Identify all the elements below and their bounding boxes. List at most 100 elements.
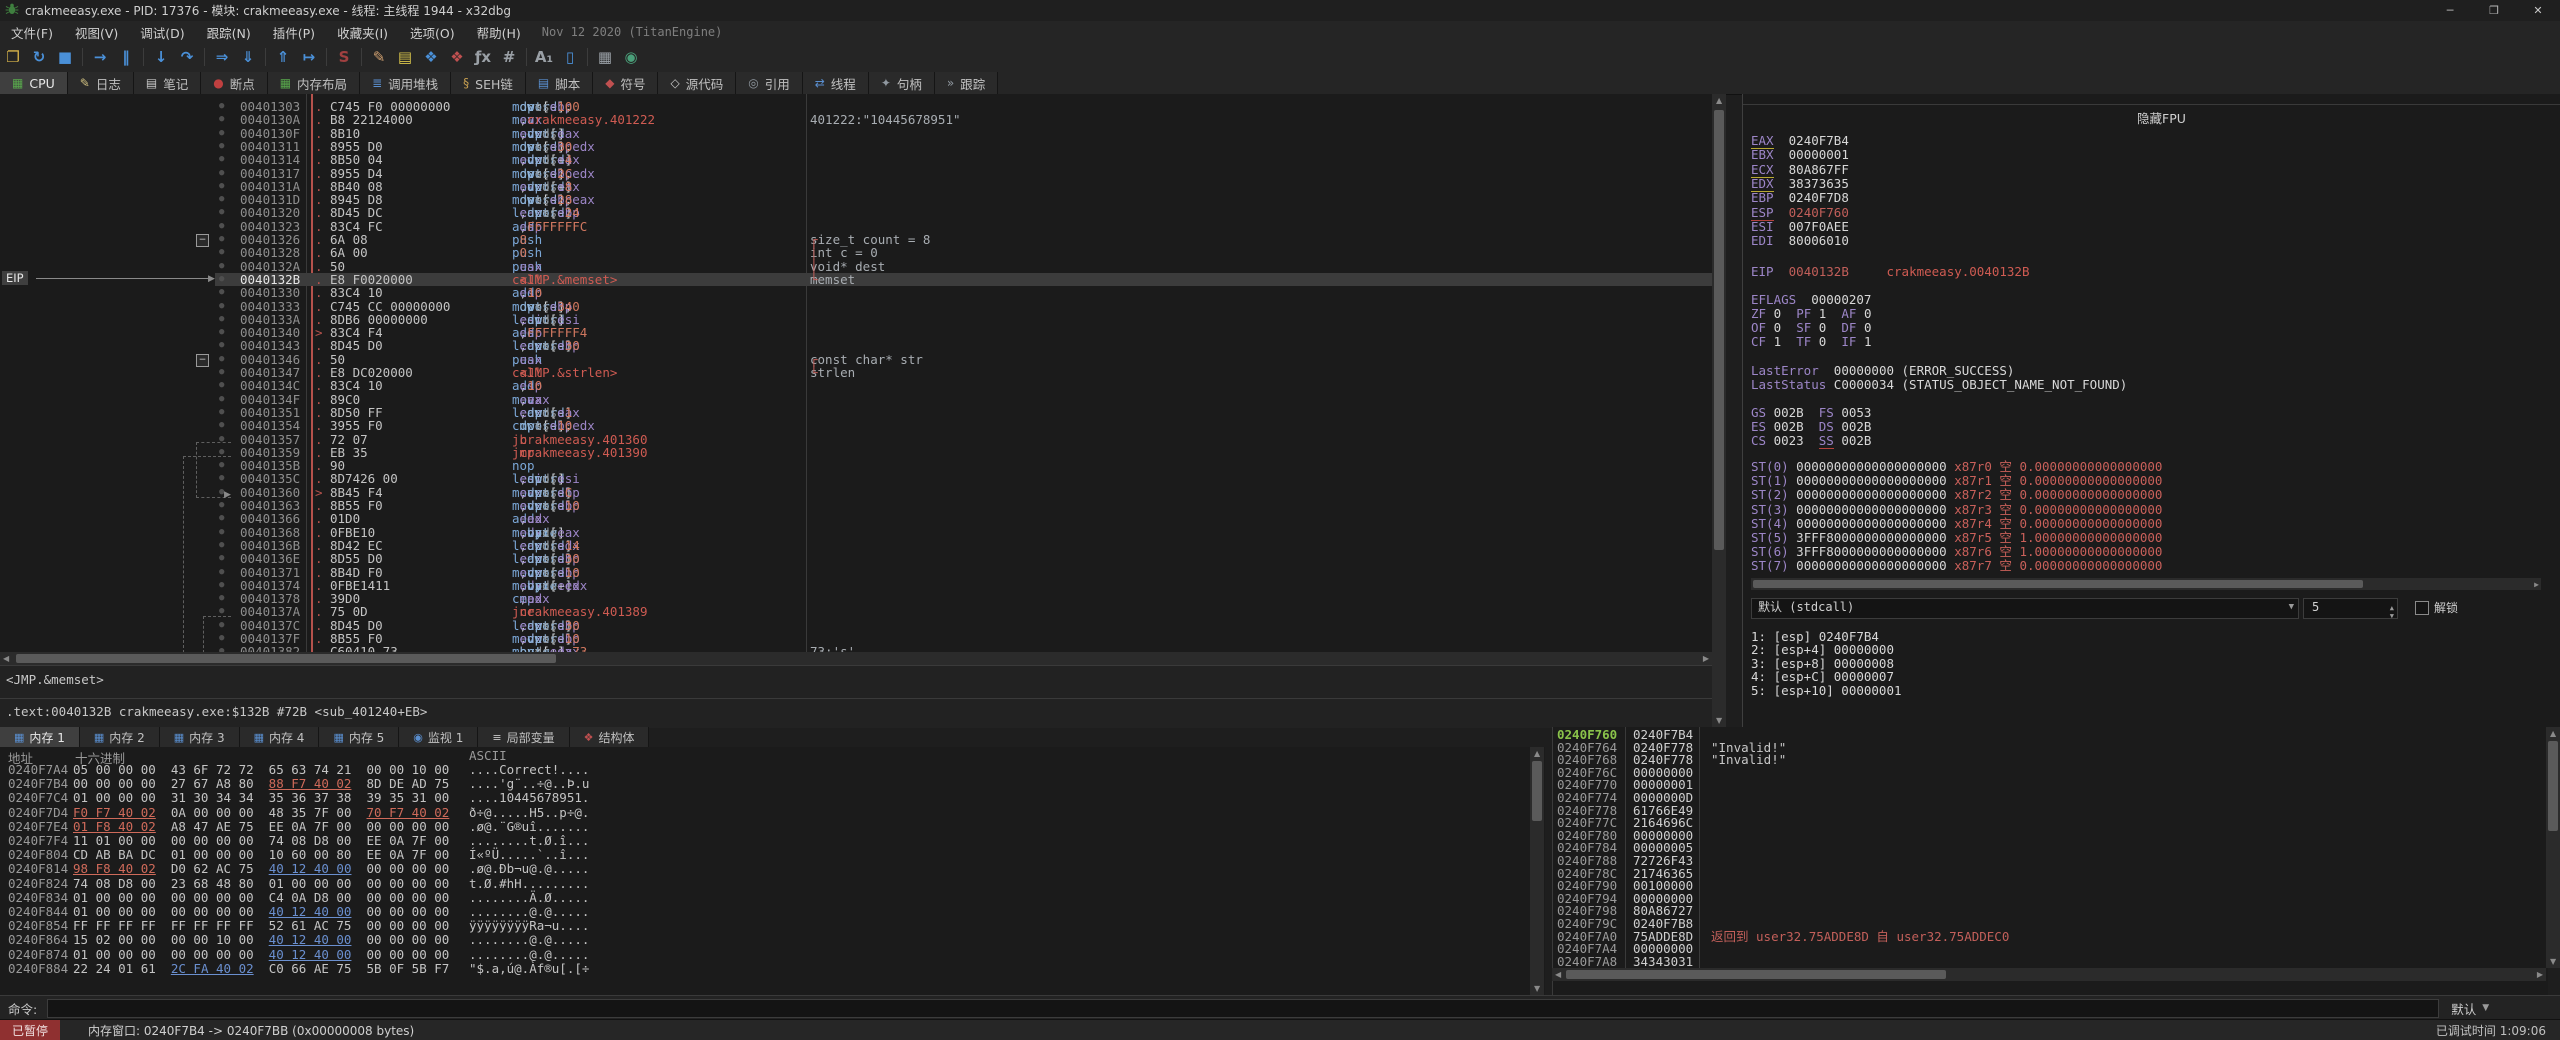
stack-panel[interactable]: 0240F7600240F7B40240F7640240F778"Invalid… — [1552, 727, 2548, 995]
stack-argument[interactable]: 5: [esp+10] 00000001 — [1751, 684, 1902, 698]
execute-till-return-icon[interactable]: ⇒ — [209, 48, 235, 66]
graph-blue-icon[interactable]: ❖ — [418, 48, 444, 66]
disasm-row[interactable]: ●00401360>8B45 F4mov eax,dword ptr ss:[e… — [0, 486, 1712, 499]
registers-panel[interactable]: 隐藏FPU EAX 0240F7B4EBX 00000001ECX 80A867… — [1742, 94, 2560, 727]
maximize-button[interactable]: ❐ — [2472, 0, 2516, 21]
disasm-row[interactable]: ●0040137F.8B55 F0mov edx,dword ptr ss:[e… — [0, 632, 1712, 645]
disasm-row[interactable]: ●00401351.8D50 FFlea edx,dword ptr ds:[e… — [0, 406, 1712, 419]
register-st(4)[interactable]: ST(4) 00000000000000000000 x87r4 空 0.000… — [1751, 517, 2162, 531]
disasm-row[interactable]: ●00401347.E8 DC020000call <JMP.&strlen>└… — [0, 366, 1712, 379]
calling-convention-select[interactable]: 默认 (stdcall)▼ — [1751, 598, 2299, 619]
disasm-row[interactable]: ●00401368.0FBE10movsx edx,byte ptr ds:[e… — [0, 526, 1712, 539]
register-esi[interactable]: ESI 007F0AEE — [1751, 220, 1849, 234]
disasm-row[interactable]: ●00401326.6A 08push 8┌size_t count = 8 — [0, 233, 1712, 246]
disasm-row[interactable]: ●0040131A.8B40 08mov eax,dword ptr ds:[e… — [0, 180, 1712, 193]
disasm-row[interactable]: ●00401382.C60410 73mov byte ptr ds:[edx+… — [0, 645, 1712, 652]
tab-内存布局[interactable]: ▦内存布局 — [268, 72, 360, 94]
register-st(6)[interactable]: ST(6) 3FFF8000000000000000 x87r6 空 1.000… — [1751, 545, 2162, 559]
tab-脚本[interactable]: ▤脚本 — [526, 72, 593, 94]
disasm-row[interactable]: ●0040134C.83C4 10add esp,10 — [0, 379, 1712, 392]
run-icon[interactable]: → — [87, 48, 113, 66]
disasm-row[interactable]: ●0040136B.8D42 EClea eax,dword ptr ds:[e… — [0, 539, 1712, 552]
disasm-row[interactable]: ●0040132A.50push eax│void* dest — [0, 260, 1712, 273]
tab-笔记[interactable]: ▤笔记 — [134, 72, 201, 94]
stack-row[interactable]: 0240F7A400000000 — [1553, 943, 2548, 956]
step-over-icon[interactable]: ↷ — [174, 48, 200, 66]
stack-row[interactable]: 0240F76C00000000 — [1553, 767, 2548, 780]
tab-内存1[interactable]: ▦内存 1 — [0, 727, 80, 747]
register-ebx[interactable]: EBX 00000001 — [1751, 148, 1849, 162]
register-eip[interactable]: EIP 0040132B crakmeeasy.0040132B — [1751, 265, 2030, 279]
disasm-row[interactable]: ●00401346.50push eax┌const char* str — [0, 353, 1712, 366]
stack-row[interactable]: 0240F78C21746365 — [1553, 868, 2548, 881]
collapse-box[interactable]: − — [196, 354, 209, 367]
flags-row[interactable]: CF 1 TF 0 IF 1 — [1751, 335, 1872, 349]
tab-cpu[interactable]: ▦CPU — [0, 72, 68, 94]
command-profile-select[interactable]: 默认▼ — [2451, 999, 2489, 1018]
disasm-row[interactable]: ●00401359.EB 35jmp crakmeeasy.401390 — [0, 446, 1712, 459]
tab-调用堆栈[interactable]: ≣调用堆栈 — [360, 72, 451, 94]
tab-句柄[interactable]: ✦句柄 — [869, 72, 935, 94]
tab-内存3[interactable]: ▦内存 3 — [160, 727, 240, 747]
stack-row[interactable]: 0240F7680240F778"Invalid!" — [1553, 754, 2548, 767]
disasm-row[interactable]: ●00401378.39D0cmp eax,edx — [0, 592, 1712, 605]
menu-item-帮助H[interactable]: 帮助(H) — [466, 23, 532, 42]
tab-内存2[interactable]: ▦内存 2 — [80, 727, 160, 747]
tab-线程[interactable]: ⇄线程 — [803, 72, 869, 94]
stack-row[interactable]: 0240F78872726F43 — [1553, 855, 2548, 868]
argument-count-spinner[interactable]: 5▲▼ — [2303, 598, 2398, 619]
dump-vscrollbar[interactable]: ▲ ▼ — [1530, 747, 1544, 995]
patch-icon[interactable]: ✎ — [366, 48, 392, 66]
close-button[interactable]: ✕ — [2516, 0, 2560, 21]
tab-内存5[interactable]: ▦内存 5 — [319, 727, 399, 747]
stack-row[interactable]: 0240F79000100000 — [1553, 880, 2548, 893]
graph-red-icon[interactable]: ❖ — [444, 48, 470, 66]
flags-row[interactable]: OF 0 SF 0 DF 0 — [1751, 321, 1872, 335]
disassembly-vscrollbar[interactable]: ▲ ▼ — [1712, 94, 1726, 727]
disasm-row[interactable]: ●00401363.8B55 F0mov edx,dword ptr ss:[e… — [0, 499, 1712, 512]
disasm-row[interactable]: ●00401328.6A 00push 0│int c = 0 — [0, 246, 1712, 259]
disasm-row[interactable]: ●0040136E.8D55 D0lea edx,dword ptr ss:[e… — [0, 552, 1712, 565]
calculator-icon[interactable]: ▦ — [592, 48, 618, 66]
fx-icon[interactable]: ƒx — [470, 48, 496, 66]
stack-row[interactable]: 0240F78400000005 — [1553, 842, 2548, 855]
stack-row[interactable]: 0240F7600240F7B4 — [1553, 729, 2548, 742]
stack-row[interactable]: 0240F79880A86727 — [1553, 905, 2548, 918]
disasm-row[interactable]: ●0040134F.89C0mov eax,eax — [0, 393, 1712, 406]
minimize-button[interactable]: ─ — [2428, 0, 2472, 21]
run-to-user-code-icon[interactable]: ⇑ — [270, 48, 296, 66]
disasm-row[interactable]: ●0040133A.8DB6 00000000lea esi,dword ptr… — [0, 313, 1712, 326]
tab-符号[interactable]: ◆符号 — [593, 72, 658, 94]
register-st(2)[interactable]: ST(2) 00000000000000000000 x87r2 空 0.000… — [1751, 488, 2162, 502]
segment-row[interactable]: ES 002B DS 002B — [1751, 420, 1871, 434]
disasm-row[interactable]: ●00401323.83C4 FCadd esp,FFFFFFFC — [0, 220, 1712, 233]
disasm-row[interactable]: ●0040135C.8D7426 00lea esi,dword ptr ds:… — [0, 472, 1712, 485]
unlock-checkbox[interactable]: 解锁 — [2415, 599, 2458, 616]
device-icon[interactable]: ▯ — [557, 48, 583, 66]
tab-监视1[interactable]: ◉监视 1 — [399, 727, 478, 747]
disasm-row[interactable]: ●00401303.C745 F0 00000000mov dword ptr … — [0, 100, 1712, 113]
tab-seh链[interactable]: §SEH链 — [451, 72, 526, 94]
step-out-icon[interactable]: ⇓ — [235, 48, 261, 66]
register-edi[interactable]: EDI 80006010 — [1751, 234, 1849, 248]
disasm-row[interactable]: ●00401333.C745 CC 00000000mov dword ptr … — [0, 300, 1712, 313]
stack-vscrollbar[interactable]: ▲ ▼ — [2546, 727, 2560, 968]
register-ecx[interactable]: ECX 80A867FF — [1751, 163, 1849, 177]
disasm-row[interactable]: ●0040137A.75 0Djne crakmeeasy.401389 — [0, 605, 1712, 618]
stack-row[interactable]: 0240F7640240F778"Invalid!" — [1553, 742, 2548, 755]
disassembly-hscrollbar[interactable]: ◀ ▶ — [0, 652, 1712, 665]
text-icon[interactable]: A₁ — [531, 48, 557, 66]
pause-icon[interactable]: ‖ — [113, 48, 139, 66]
register-st(7)[interactable]: ST(7) 00000000000000000000 x87r7 空 0.000… — [1751, 559, 2162, 573]
tab-源代码[interactable]: ◇源代码 — [658, 72, 736, 94]
menu-item-文件F[interactable]: 文件(F) — [0, 23, 64, 42]
segment-row[interactable]: CS 0023 SS 002B — [1751, 434, 1871, 448]
register-esp[interactable]: ESP 0240F760 — [1751, 206, 1849, 220]
menu-item-跟踪N[interactable]: 跟踪(N) — [196, 23, 262, 42]
last-status[interactable]: LastStatus C0000034 (STATUS_OBJECT_NAME_… — [1751, 378, 2127, 392]
tab-局部变量[interactable]: ≡局部变量 — [478, 727, 569, 747]
disasm-row[interactable]: ●00401314.8B50 04mov edx,dword ptr ds:[e… — [0, 153, 1712, 166]
stack-row[interactable]: 0240F77861766E49 — [1553, 805, 2548, 818]
disasm-row[interactable]: ●00401320.8D45 DClea eax,dword ptr ss:[e… — [0, 206, 1712, 219]
comment-icon[interactable]: ▤ — [392, 48, 418, 66]
